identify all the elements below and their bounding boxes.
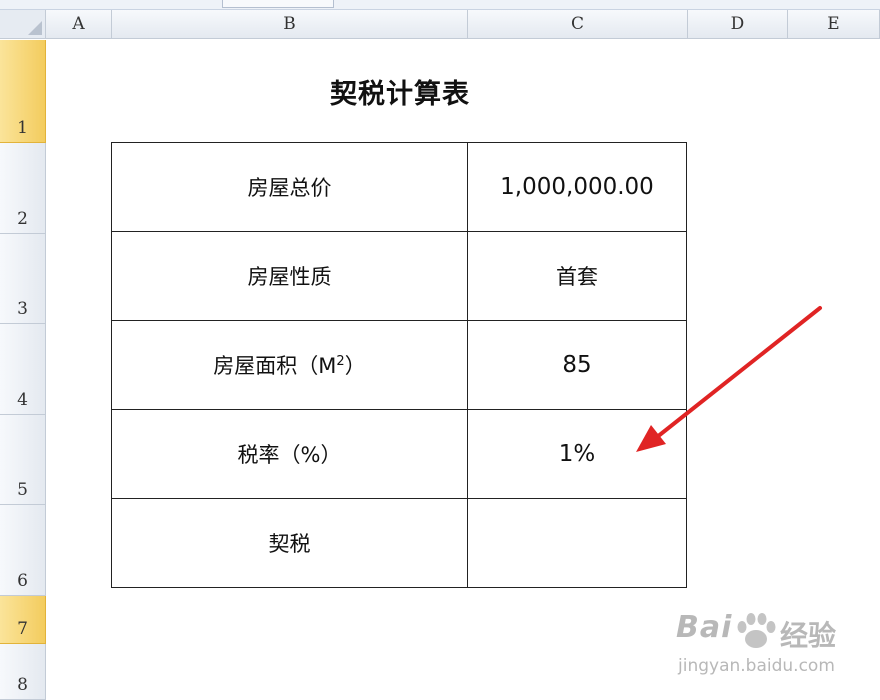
row-header-1[interactable]: 1 [0, 40, 46, 143]
paw-icon [737, 613, 776, 648]
cell-c3[interactable]: 首套 [467, 231, 687, 321]
cell-b4-text-end: ） [344, 354, 366, 378]
row-header-7[interactable]: 7 [0, 596, 46, 644]
cell-b2[interactable]: 房屋总价 [111, 142, 468, 232]
cell-b3[interactable]: 房屋性质 [111, 231, 468, 321]
row-header-8[interactable]: 8 [0, 644, 46, 700]
cell-c6[interactable] [467, 498, 687, 588]
watermark-brand: Bai [676, 610, 733, 645]
cell-b5[interactable]: 税率（%） [111, 409, 468, 499]
column-header-d[interactable]: D [688, 10, 788, 39]
cell-b4-text: 房屋面积（M [213, 354, 337, 378]
table-row: 房屋面积（M2） 85 [111, 320, 687, 410]
sheet-title[interactable]: 契税计算表 [112, 40, 688, 142]
formula-bar-edge [0, 0, 880, 10]
watermark-url: jingyan.baidu.com [678, 656, 835, 676]
cell-c2[interactable]: 1,000,000.00 [467, 142, 687, 232]
column-header-a[interactable]: A [46, 10, 112, 39]
select-all-button[interactable] [0, 10, 46, 39]
row-header-6[interactable]: 6 [0, 505, 46, 596]
table-row: 房屋性质 首套 [111, 231, 687, 321]
data-table: 房屋总价 1,000,000.00 房屋性质 首套 房屋面积（M2） 85 税率… [111, 142, 687, 588]
column-header-b[interactable]: B [112, 10, 468, 39]
name-box-edge [222, 0, 334, 8]
table-row: 税率（%） 1% [111, 409, 687, 499]
row-header-4[interactable]: 4 [0, 324, 46, 415]
cell-c5[interactable]: 1% [467, 409, 687, 499]
row-header-5[interactable]: 5 [0, 415, 46, 505]
cell-b4[interactable]: 房屋面积（M2） [111, 320, 468, 410]
column-header-c[interactable]: C [468, 10, 688, 39]
row-header-3[interactable]: 3 [0, 234, 46, 324]
cell-b6[interactable]: 契税 [111, 498, 468, 588]
table-row: 契税 [111, 498, 687, 588]
cell-c4[interactable]: 85 [467, 320, 687, 410]
row-header-2[interactable]: 2 [0, 143, 46, 234]
select-all-icon [28, 21, 42, 35]
baidu-jingyan-watermark: Bai 经验 jingyan.baidu.com [676, 610, 876, 690]
watermark-brand-cn: 经验 [780, 619, 837, 652]
table-row: 房屋总价 1,000,000.00 [111, 142, 687, 232]
superscript-2: 2 [336, 354, 345, 369]
column-header-e[interactable]: E [788, 10, 880, 39]
